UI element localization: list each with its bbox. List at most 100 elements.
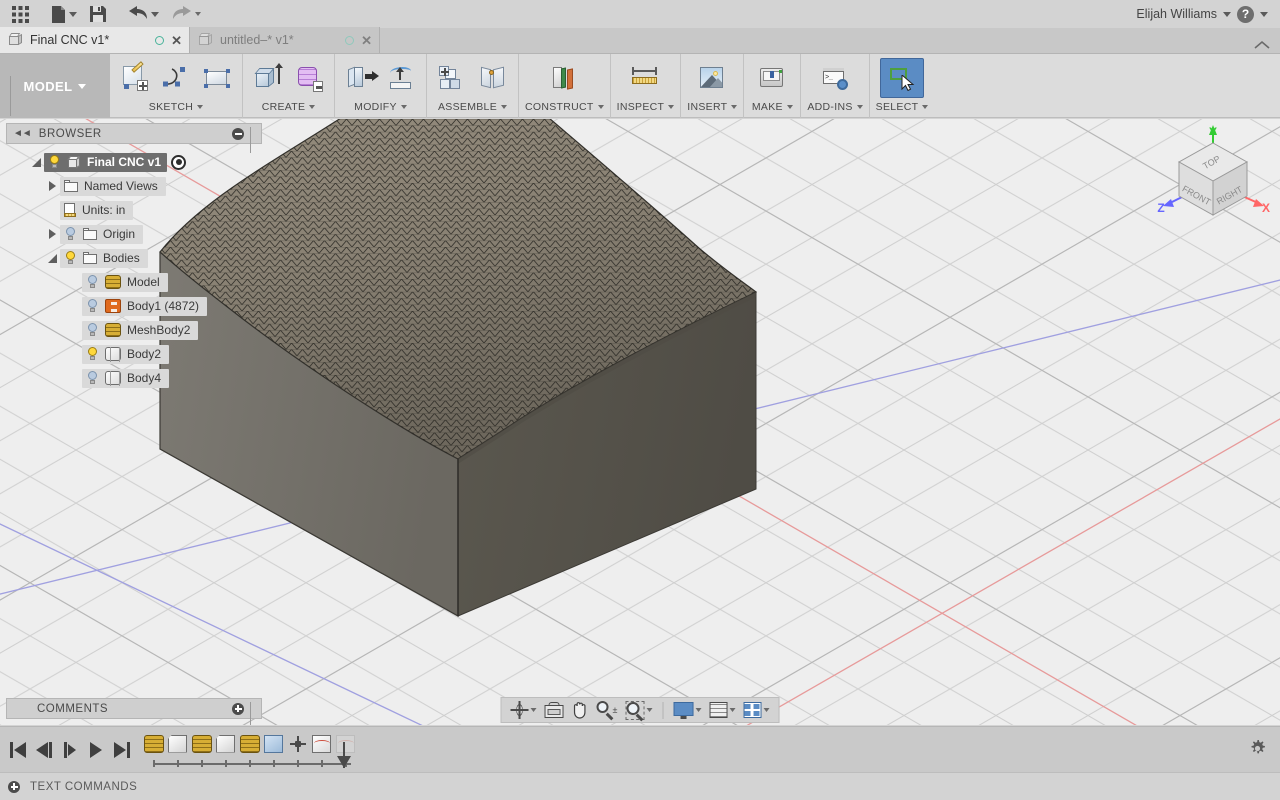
zoom-window-button[interactable]	[622, 699, 655, 721]
comments-panel[interactable]: COMMENTS	[6, 698, 262, 725]
inspect-caret-icon[interactable]	[668, 105, 675, 109]
ribbon-group-label[interactable]: INSPECT	[617, 98, 675, 116]
tree-expand-arrow-icon[interactable]	[44, 181, 60, 191]
tree-node-origin[interactable]: Origin	[6, 222, 262, 246]
create-mesh-button[interactable]	[290, 58, 328, 98]
timeline-track[interactable]	[144, 730, 359, 770]
offset-plane-button[interactable]	[542, 58, 586, 98]
fillet-button[interactable]	[382, 58, 420, 98]
visibility-bulb-icon[interactable]	[64, 251, 77, 265]
timeline-settings-button[interactable]	[1249, 739, 1280, 760]
tree-node-chip[interactable]: Units: in	[60, 200, 134, 220]
timeline-feature-3[interactable]	[192, 734, 212, 754]
timeline-feature-2[interactable]	[168, 734, 188, 754]
scripts-addins-button[interactable]: >_	[813, 58, 857, 98]
pan-button[interactable]	[569, 699, 592, 721]
activate-component-icon[interactable]	[171, 154, 187, 170]
tree-node-units[interactable]: Units: in	[6, 198, 262, 222]
timeline-feature-4[interactable]	[216, 734, 236, 754]
app-grid-button[interactable]	[6, 2, 35, 26]
ribbon-group-label[interactable]: ASSEMBLE	[438, 98, 507, 116]
3d-viewport[interactable]: ◄◄ BROWSER Final CNC v1 Named Views Unit…	[0, 119, 1280, 725]
orbit-button[interactable]	[508, 699, 540, 721]
tab-close-icon[interactable]: ✕	[361, 34, 372, 47]
tree-node-chip[interactable]: Body1 (4872)	[82, 296, 208, 316]
make-caret-icon[interactable]	[786, 105, 793, 109]
modify-caret-icon[interactable]	[400, 105, 407, 109]
tab-close-icon[interactable]: ✕	[171, 34, 182, 47]
select-tool-button[interactable]	[879, 58, 924, 98]
rectangle-button[interactable]	[198, 58, 236, 98]
tree-node-final-cnc[interactable]: Final CNC v1	[6, 150, 262, 174]
timeline-feature-9[interactable]	[336, 734, 356, 754]
orbit-caret-icon[interactable]	[530, 708, 537, 712]
visibility-bulb-icon[interactable]	[86, 275, 99, 289]
timeline-feature-7[interactable]	[288, 734, 308, 754]
visibility-bulb-icon[interactable]	[86, 371, 99, 385]
ribbon-group-label[interactable]: MAKE	[752, 98, 793, 116]
sketch-caret-icon[interactable]	[197, 105, 204, 109]
visibility-bulb-icon[interactable]	[48, 155, 61, 169]
assemble-caret-icon[interactable]	[501, 105, 507, 109]
visibility-bulb-icon[interactable]	[86, 347, 99, 361]
user-menu-caret-icon[interactable]	[1223, 11, 1231, 17]
jump-to-start-button[interactable]	[6, 737, 30, 763]
tree-node-chip[interactable]: Origin	[60, 224, 144, 244]
create-caret-icon[interactable]	[309, 105, 316, 109]
spline-button[interactable]	[157, 58, 195, 98]
tree-node-chip[interactable]: Named Views	[60, 176, 166, 196]
tree-node-chip[interactable]: Body4	[82, 368, 170, 388]
visibility-bulb-icon[interactable]	[86, 323, 99, 337]
comments-grip-icon[interactable]	[250, 702, 255, 725]
tree-node-chip[interactable]: MeshBody2	[82, 320, 199, 340]
tree-node-chip[interactable]: Body2	[82, 344, 170, 364]
save-button[interactable]	[84, 2, 112, 26]
ribbon-group-label[interactable]: MODIFY	[354, 98, 407, 116]
tree-node-chip[interactable]: Final CNC v1	[44, 152, 168, 172]
help-menu-caret-icon[interactable]	[1260, 11, 1268, 17]
insert-caret-icon[interactable]	[731, 105, 738, 109]
step-forward-button[interactable]	[58, 737, 82, 763]
timeline-feature-6[interactable]	[264, 734, 284, 754]
tree-expand-arrow-icon[interactable]	[28, 157, 44, 167]
user-name-label[interactable]: Elijah Williams	[1136, 7, 1217, 21]
measure-button[interactable]	[623, 58, 667, 98]
addins-caret-icon[interactable]	[856, 105, 863, 109]
timeline-feature-1[interactable]	[144, 734, 164, 754]
tree-node-model[interactable]: Model	[6, 270, 262, 294]
ribbon-group-label[interactable]: CREATE	[262, 98, 316, 116]
tree-expand-arrow-icon[interactable]	[44, 253, 60, 263]
step-back-button[interactable]	[32, 737, 56, 763]
grid-snaps-button[interactable]	[706, 699, 738, 721]
ribbon-group-label[interactable]: SELECT	[876, 98, 929, 116]
play-button[interactable]	[84, 737, 108, 763]
ribbon-group-label[interactable]: SKETCH	[149, 98, 204, 116]
viewports-button[interactable]	[740, 699, 772, 721]
workspace-caret-icon[interactable]	[78, 83, 87, 89]
browser-collapse-icon[interactable]: ◄◄	[13, 128, 32, 139]
jump-to-end-button[interactable]	[110, 737, 134, 763]
workspace-switcher[interactable]: MODEL	[0, 54, 110, 118]
tree-node-bodies[interactable]: Bodies	[6, 246, 262, 270]
zoom-button[interactable]: ±	[594, 699, 621, 721]
select-caret-icon[interactable]	[922, 105, 929, 109]
insert-mesh-button[interactable]	[690, 58, 734, 98]
text-commands-label[interactable]: TEXT COMMANDS	[30, 781, 137, 793]
timeline-feature-8[interactable]	[312, 734, 332, 754]
ribbon-collapse-chevron-icon[interactable]	[1254, 38, 1280, 53]
ribbon-group-label[interactable]: CONSTRUCT	[525, 98, 604, 116]
redo-caret-icon[interactable]	[195, 12, 201, 16]
tab-final-cnc[interactable]: Final CNC v1* ✕	[0, 27, 190, 53]
display-settings-button[interactable]	[670, 699, 704, 721]
timeline-feature-5[interactable]	[240, 734, 260, 754]
text-commands-toggle-icon[interactable]	[8, 780, 20, 793]
undo-button[interactable]	[122, 2, 164, 26]
ribbon-group-label[interactable]: INSERT	[687, 98, 738, 116]
construct-caret-icon[interactable]	[597, 105, 604, 109]
browser-minimize-icon[interactable]	[232, 127, 244, 140]
tree-node-meshbody2[interactable]: MeshBody2	[6, 318, 262, 342]
browser-grip-icon[interactable]	[250, 127, 255, 153]
view-cube[interactable]: TOP FRONT RIGHT Y X Z	[1154, 119, 1272, 237]
display-settings-caret-icon[interactable]	[695, 708, 702, 712]
visibility-bulb-icon[interactable]	[64, 227, 77, 241]
